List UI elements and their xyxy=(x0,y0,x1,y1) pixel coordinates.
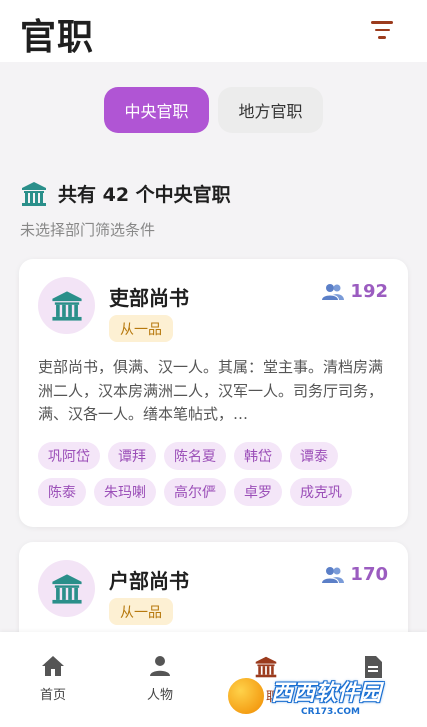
nav-item-people[interactable]: 人物 xyxy=(107,632,213,727)
watermark-text: 西西软件园 xyxy=(271,681,382,706)
official-card[interactable]: 吏部尚书 从一品 192 吏部尚书，俱满、汉一人。其属：堂主事。清档房满洲二人，… xyxy=(19,259,408,527)
app-header: 官职 xyxy=(0,0,427,62)
page-title: 官职 xyxy=(20,17,95,58)
holder-tag[interactable]: 陈名夏 xyxy=(164,442,226,470)
holder-count: 192 xyxy=(322,281,388,302)
people-icon xyxy=(322,283,345,300)
holder-tag[interactable]: 高尔俨 xyxy=(164,478,226,506)
court-building-icon xyxy=(22,182,46,206)
holder-tag[interactable]: 成克巩 xyxy=(290,478,352,506)
watermark-logo-icon xyxy=(226,676,266,716)
nav-item-home[interactable]: 首页 xyxy=(0,632,106,727)
holder-count-value: 170 xyxy=(350,564,388,585)
tab-central-officials[interactable]: 中央官职 xyxy=(104,87,209,133)
nav-label: 人物 xyxy=(146,688,173,703)
official-description: 吏部尚书，俱满、汉一人。其属：堂主事。清档房满洲二人，汉本房满洲二人，汉军一人。… xyxy=(38,358,384,423)
holder-tag[interactable]: 韩岱 xyxy=(234,442,282,470)
holder-tag[interactable]: 谭泰 xyxy=(290,442,338,470)
holder-tag[interactable]: 陈泰 xyxy=(38,478,86,506)
summary-title: 共有 42 个中央官职 xyxy=(58,184,231,206)
holder-tag[interactable]: 朱玛喇 xyxy=(94,478,156,506)
holder-count: 170 xyxy=(322,564,388,585)
watermark-url: CR173.COM xyxy=(301,707,360,717)
nav-label: 首页 xyxy=(39,688,66,703)
holder-tag[interactable]: 谭拜 xyxy=(108,442,156,470)
person-icon xyxy=(150,656,170,676)
home-icon xyxy=(42,656,64,676)
category-tabs: 中央官职 地方官职 xyxy=(0,87,427,133)
holder-count-value: 192 xyxy=(350,281,388,302)
rank-badge: 从一品 xyxy=(109,315,173,342)
court-building-icon xyxy=(38,277,95,334)
people-icon xyxy=(322,566,345,583)
filter-status-text: 未选择部门筛选条件 xyxy=(20,221,156,239)
holder-tag[interactable]: 巩阿岱 xyxy=(38,442,100,470)
filter-icon[interactable] xyxy=(367,17,397,43)
court-building-icon xyxy=(38,560,95,617)
holder-tag[interactable]: 卓罗 xyxy=(234,478,282,506)
official-title: 吏部尚书 xyxy=(109,286,189,310)
watermark: 西西软件园 CR173.COM xyxy=(226,672,421,720)
tab-local-officials[interactable]: 地方官职 xyxy=(218,87,323,133)
rank-badge: 从一品 xyxy=(109,598,173,625)
holder-tags: 巩阿岱 谭拜 陈名夏 韩岱 谭泰 陈泰 朱玛喇 高尔俨 卓罗 成克巩 xyxy=(38,442,393,506)
official-title: 户部尚书 xyxy=(109,569,189,593)
